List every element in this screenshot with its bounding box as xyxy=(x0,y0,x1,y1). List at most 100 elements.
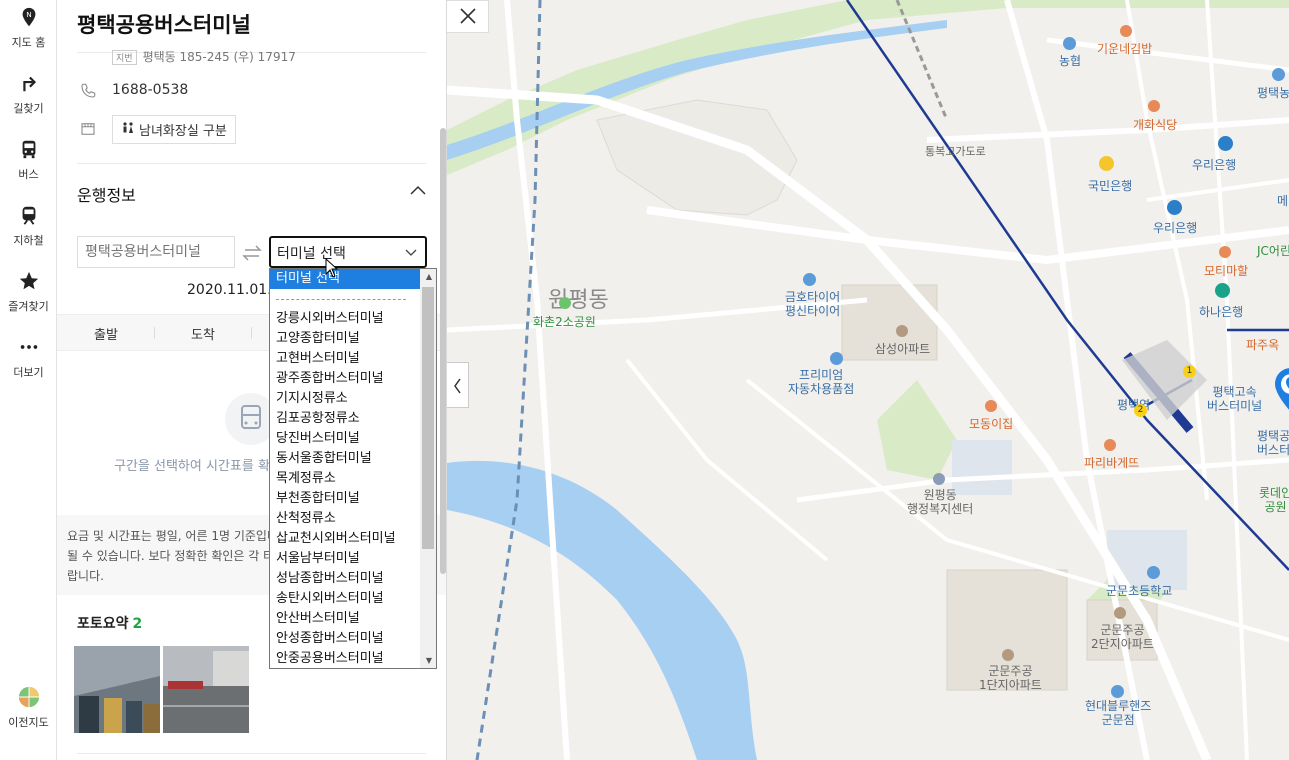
map-label[interactable]: 기운네김밥 xyxy=(1097,40,1152,57)
restroom-icon xyxy=(123,122,133,133)
map-label[interactable]: 금호타이어 평신타이어 xyxy=(785,290,840,318)
terminal-dropdown-list[interactable]: 터미널 선택 강릉시외버스터미널 고양종합터미널 고현버스터미널 광주종합버스터… xyxy=(269,268,437,669)
school-icon[interactable] xyxy=(1147,566,1160,579)
dropdown-option[interactable]: 고현버스터미널 xyxy=(270,349,420,369)
dropdown-option[interactable]: 부천종합터미널 xyxy=(270,489,420,509)
map-label[interactable]: 농협 xyxy=(1059,52,1081,69)
dropdown-option[interactable]: 목계정류소 xyxy=(270,469,420,489)
restaurant-icon[interactable] xyxy=(1219,246,1231,258)
selected-place-marker-icon[interactable] xyxy=(1275,368,1289,412)
page-title: 평택공용버스터미널 xyxy=(77,13,251,37)
car-service-icon[interactable] xyxy=(1111,685,1124,698)
map-label[interactable]: 롯데인 공원 xyxy=(1259,486,1289,514)
tab-departure[interactable]: 출발 xyxy=(94,324,118,343)
dropdown-option[interactable]: 송탄시외버스터미널 xyxy=(270,589,420,609)
apartment-icon[interactable] xyxy=(1114,607,1126,619)
map-label[interactable]: 화촌2소공원 xyxy=(533,313,596,330)
collapse-panel-button[interactable] xyxy=(447,362,469,408)
restaurant-icon[interactable] xyxy=(1120,25,1132,37)
map-label[interactable]: 삼성아파트 xyxy=(875,340,930,357)
section-collapse-button[interactable] xyxy=(408,181,428,201)
map-label[interactable]: 평택고속 버스터미널 xyxy=(1207,385,1262,413)
dropdown-option[interactable]: 안중공용버스터미널 xyxy=(270,649,420,668)
map-label[interactable]: 통복고가도로 xyxy=(925,143,986,159)
rail-item-bus[interactable]: 버스 xyxy=(0,138,57,182)
store-icon xyxy=(81,123,95,135)
dropdown-option[interactable]: 김포공항정류소 xyxy=(270,409,420,429)
rail-item-map-home[interactable]: N 지도 홈 xyxy=(0,6,57,50)
dropdown-option[interactable]: 기지시정류소 xyxy=(270,389,420,409)
map-label[interactable]: 메 xyxy=(1277,192,1288,209)
phone-number[interactable]: 1688-0538 xyxy=(112,82,188,98)
dropdown-option[interactable]: 동서울종합터미널 xyxy=(270,449,420,469)
bank-icon[interactable] xyxy=(1099,156,1114,171)
dropdown-option[interactable]: 서울남부터미널 xyxy=(270,549,420,569)
bank-icon[interactable] xyxy=(1215,283,1230,298)
close-panel-button[interactable] xyxy=(447,0,489,33)
dropdown-option[interactable]: 강릉시외버스터미널 xyxy=(270,309,420,329)
apartment-icon[interactable] xyxy=(1002,649,1014,661)
map-label[interactable]: 국민은행 xyxy=(1088,177,1132,194)
bank-icon[interactable] xyxy=(1272,68,1285,81)
restaurant-icon[interactable] xyxy=(1104,439,1116,451)
rail-item-old-map[interactable]: 이전지도 xyxy=(0,686,57,730)
rail-item-subway[interactable]: 지하철 xyxy=(0,204,57,248)
map-label[interactable]: 현대블루핸즈 군문점 xyxy=(1085,699,1151,727)
rail-item-directions[interactable]: 길찾기 xyxy=(0,72,57,116)
jibun-address: 지번 평택동 185-245 (우) 17917 xyxy=(112,48,296,65)
tab-arrival[interactable]: 도착 xyxy=(191,324,215,343)
divider xyxy=(77,753,426,754)
bank-icon[interactable] xyxy=(1063,37,1076,50)
restaurant-icon[interactable] xyxy=(985,400,997,412)
dropdown-option[interactable]: 고양종합터미널 xyxy=(270,329,420,349)
map-label[interactable]: 평택농 xyxy=(1257,84,1289,101)
map-label[interactable]: 파주옥 xyxy=(1246,336,1279,353)
map-label[interactable]: 우리은행 xyxy=(1153,219,1197,236)
dropdown-separator xyxy=(276,299,406,300)
photo-thumbnail[interactable] xyxy=(163,646,249,733)
government-office-icon[interactable] xyxy=(933,473,945,485)
car-service-icon[interactable] xyxy=(830,352,843,365)
departure-terminal-input[interactable] xyxy=(77,236,235,268)
map-label[interactable]: 우리은행 xyxy=(1192,156,1236,173)
rail-item-more[interactable]: 더보기 xyxy=(0,336,57,380)
map-label[interactable]: JC어린 xyxy=(1257,242,1289,259)
map-label[interactable]: 파리바게뜨 xyxy=(1084,454,1139,471)
restaurant-icon[interactable] xyxy=(1148,100,1160,112)
map-label[interactable]: 프리미엄 자동차용품점 xyxy=(788,368,854,396)
dropdown-option[interactable]: 당진버스터미널 xyxy=(270,429,420,449)
swap-terminals-button[interactable] xyxy=(237,240,267,266)
photo-thumbnail[interactable] xyxy=(74,646,160,733)
dropdown-option[interactable]: 광주종합버스터미널 xyxy=(270,369,420,389)
map-label[interactable]: 원평동 행정복지센터 xyxy=(907,488,973,516)
dropdown-option[interactable]: 산척정류소 xyxy=(270,509,420,529)
map-label[interactable]: 군문주공 1단지아파트 xyxy=(979,664,1042,692)
panel-scrollbar[interactable] xyxy=(440,128,446,574)
map-label[interactable]: 군문주공 2단지아파트 xyxy=(1091,623,1154,651)
map-label[interactable]: 군문초등학교 xyxy=(1106,582,1172,599)
dropdown-option-selected[interactable]: 터미널 선택 xyxy=(270,269,420,289)
apartment-icon[interactable] xyxy=(896,325,908,337)
bank-icon[interactable] xyxy=(1167,200,1182,215)
dropdown-option[interactable]: 안산버스터미널 xyxy=(270,609,420,629)
facility-text: 남녀화장실 구분 xyxy=(139,124,227,139)
arrival-terminal-select[interactable]: 터미널 선택 xyxy=(269,236,427,268)
map-label[interactable]: 모동이집 xyxy=(969,415,1013,432)
scroll-up-arrow-icon[interactable]: ▲ xyxy=(426,272,432,281)
map-canvas[interactable]: 기운네김밥 농협 평택농 개화식당 통복고가도로 우리은행 국민은행 메 우리은… xyxy=(447,0,1289,760)
dropdown-option[interactable]: 성남종합버스터미널 xyxy=(270,569,420,589)
dropdown-scrollbar-thumb[interactable] xyxy=(422,287,434,549)
scroll-down-arrow-icon[interactable]: ▼ xyxy=(426,656,432,665)
dropdown-scrollbar-track[interactable]: ▲ ▼ xyxy=(420,269,436,668)
dropdown-option[interactable]: 안성종합버스터미널 xyxy=(270,629,420,649)
photo-summary-label: 포토요약 xyxy=(77,616,129,632)
map-label[interactable]: 개화식당 xyxy=(1133,116,1177,133)
bank-icon[interactable] xyxy=(1218,136,1233,151)
park-icon[interactable] xyxy=(559,297,571,309)
dropdown-option[interactable]: 삽교천시외버스터미널 xyxy=(270,529,420,549)
car-service-icon[interactable] xyxy=(803,273,816,286)
map-label[interactable]: 평택공 버스터 xyxy=(1257,429,1289,457)
map-label[interactable]: 하나은행 xyxy=(1199,303,1243,320)
map-label[interactable]: 모티마할 xyxy=(1204,262,1248,279)
rail-item-favorites[interactable]: 즐겨찾기 xyxy=(0,270,57,314)
